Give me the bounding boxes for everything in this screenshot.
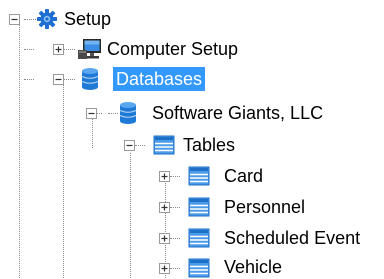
expand-toggle[interactable] <box>159 233 170 244</box>
tree-label-card[interactable]: Card <box>221 164 266 188</box>
tree-label-databases[interactable]: Databases <box>113 67 206 91</box>
tree-label-setup[interactable]: Setup <box>61 7 114 31</box>
tree-line <box>170 207 180 208</box>
collapse-toggle[interactable] <box>53 74 64 85</box>
tree-label-vehicle[interactable]: Vehicle <box>221 255 285 279</box>
tree-line <box>108 113 118 114</box>
expand-toggle[interactable] <box>159 263 170 274</box>
expand-toggle[interactable] <box>159 202 170 213</box>
tree-label-personnel[interactable]: Personnel <box>221 195 308 219</box>
computer-icon <box>78 39 101 59</box>
database-icon <box>81 68 99 90</box>
tree-line <box>24 19 36 20</box>
tree-line <box>63 79 75 80</box>
gear-icon <box>37 9 57 29</box>
table-icon <box>153 135 175 155</box>
tree-line <box>63 49 75 50</box>
table-icon <box>188 228 210 248</box>
table-icon <box>188 166 210 186</box>
tree-label-software-giants[interactable]: Software Giants, LLC <box>149 101 326 125</box>
tree-label-scheduled-event[interactable]: Scheduled Event <box>221 226 363 250</box>
collapse-toggle[interactable] <box>86 108 97 119</box>
database-icon <box>119 102 137 124</box>
tree-line <box>170 176 180 177</box>
table-icon <box>188 197 210 217</box>
tree-line <box>130 153 131 278</box>
tree-line <box>19 21 20 278</box>
tree-label-tables[interactable]: Tables <box>180 133 238 157</box>
tree-line <box>135 145 145 146</box>
tree-line <box>24 49 34 50</box>
tree-line <box>63 84 64 278</box>
tree-line <box>170 238 180 239</box>
expand-toggle[interactable] <box>53 44 64 55</box>
tree-line <box>24 79 34 80</box>
tree-label-computer-setup[interactable]: Computer Setup <box>104 37 241 61</box>
tree-line <box>92 118 93 148</box>
tree-line <box>170 268 180 269</box>
expand-toggle[interactable] <box>159 171 170 182</box>
collapse-toggle[interactable] <box>9 14 20 25</box>
table-icon <box>188 258 210 278</box>
collapse-toggle[interactable] <box>124 140 135 151</box>
